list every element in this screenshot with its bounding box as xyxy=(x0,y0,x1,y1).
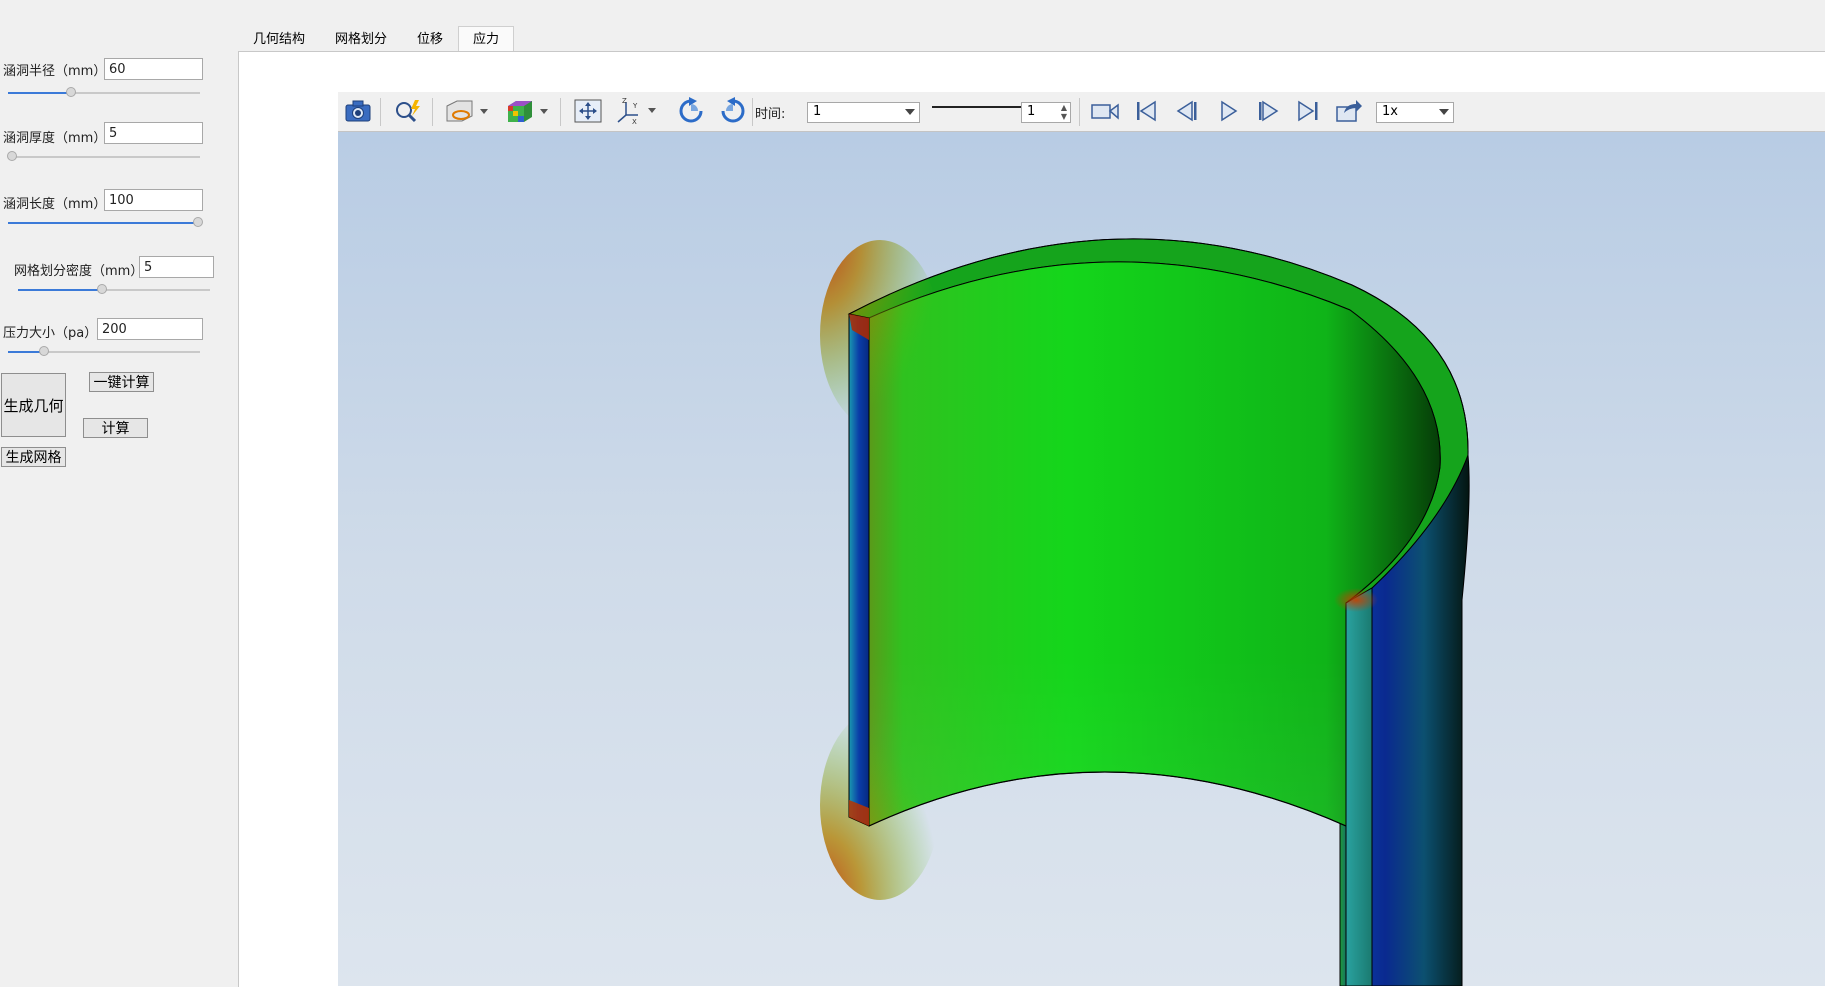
radius-input[interactable] xyxy=(104,58,203,80)
time-select[interactable]: 1 xyxy=(807,102,920,123)
clip-plane-icon[interactable] xyxy=(444,98,490,124)
slider-handle[interactable] xyxy=(66,87,77,97)
prev-frame-icon[interactable] xyxy=(1172,98,1202,124)
view-tabs: 几何结构 网格划分 位移 应力 xyxy=(238,26,515,52)
left-cut-edge xyxy=(848,313,870,827)
one-click-compute-button[interactable]: 一键计算 xyxy=(89,372,154,392)
chevron-down-icon xyxy=(1439,109,1449,115)
stress-hotspot-bottom xyxy=(820,710,940,900)
record-video-icon[interactable] xyxy=(1088,98,1122,124)
slider-handle[interactable] xyxy=(6,151,17,161)
pressure-label: 压力大小（pa） xyxy=(3,326,98,341)
rotate-cw-icon[interactable] xyxy=(676,97,708,124)
spin-arrows-icon[interactable]: ▲ ▼ xyxy=(1061,103,1067,121)
length-input[interactable] xyxy=(104,189,203,211)
thickness-input[interactable] xyxy=(104,122,203,144)
thickness-slider[interactable] xyxy=(6,149,200,165)
fit-view-icon[interactable] xyxy=(572,98,604,124)
tab-geometry[interactable]: 几何结构 xyxy=(238,26,320,52)
last-frame-icon[interactable] xyxy=(1293,98,1323,124)
generate-geometry-button[interactable]: 生成几何 xyxy=(1,373,66,437)
color-cube-icon[interactable] xyxy=(504,98,550,124)
camera-icon[interactable] xyxy=(342,98,374,124)
radius-slider[interactable] xyxy=(8,85,200,101)
axes-icon[interactable]: ZY X xyxy=(614,97,658,125)
play-icon[interactable] xyxy=(1213,98,1243,124)
export-icon[interactable] xyxy=(1333,98,1365,124)
slider-handle[interactable] xyxy=(39,346,50,356)
pressure-input[interactable] xyxy=(97,318,203,340)
right-cut-edge xyxy=(1345,587,1373,986)
tab-displacement[interactable]: 位移 xyxy=(402,26,458,52)
tab-mesh[interactable]: 网格划分 xyxy=(320,26,402,52)
first-frame-icon[interactable] xyxy=(1131,98,1161,124)
generate-mesh-button[interactable]: 生成网格 xyxy=(1,447,66,467)
length-slider[interactable] xyxy=(8,215,204,231)
tab-stress[interactable]: 应力 xyxy=(458,26,515,52)
mesh-density-label: 网格划分密度（mm） xyxy=(14,264,144,279)
chevron-down-icon xyxy=(905,109,915,115)
rotate-ccw-icon[interactable] xyxy=(716,97,748,124)
stress-hotspot-top xyxy=(820,240,940,430)
speed-select[interactable]: 1x xyxy=(1376,102,1454,123)
render-viewport[interactable] xyxy=(338,132,1825,986)
slider-handle[interactable] xyxy=(193,217,204,227)
step-spinbox[interactable]: 1 ▲ ▼ xyxy=(1021,102,1071,123)
zoom-icon[interactable] xyxy=(392,98,424,124)
thickness-label: 涵洞厚度（mm） xyxy=(3,131,107,146)
mesh-density-slider[interactable] xyxy=(18,282,210,298)
viewer-toolbar: ZY X 时间: 1 1 ▲ ▼ 1x xyxy=(338,92,1825,132)
compute-button[interactable]: 计算 xyxy=(83,418,148,438)
svg-text:X: X xyxy=(632,118,637,125)
length-label: 涵洞长度（mm） xyxy=(3,197,107,212)
mesh-density-input[interactable] xyxy=(139,256,214,278)
slider-handle[interactable] xyxy=(97,284,108,294)
next-frame-icon[interactable] xyxy=(1253,98,1283,124)
svg-text:Z: Z xyxy=(622,97,627,105)
radius-label: 涵洞半径（mm） xyxy=(3,64,107,79)
time-label: 时间: xyxy=(755,107,786,122)
stress-contour-model xyxy=(820,238,1470,986)
pressure-slider[interactable] xyxy=(8,344,200,360)
svg-text:Y: Y xyxy=(632,102,638,110)
